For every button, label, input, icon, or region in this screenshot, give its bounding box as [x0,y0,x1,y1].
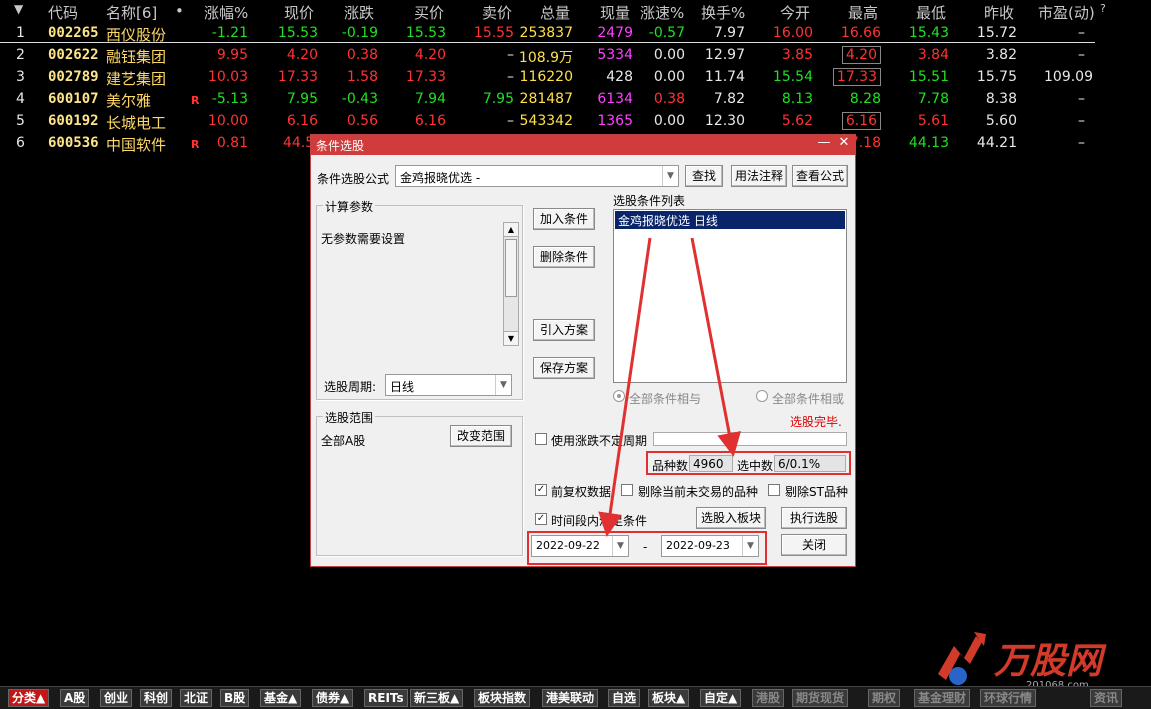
tab-category[interactable]: 分类▲ [8,689,50,707]
logo-text: 万股网 [994,641,1103,682]
tab-watchlist[interactable]: 自选 [608,689,641,707]
arrow-to-dates [598,237,652,537]
tab-funds[interactable]: 基金▲ [260,689,302,707]
tab-hk-us[interactable]: 港美联动 [542,689,599,707]
tab-wealth[interactable]: 基金理财 [914,689,971,707]
tab-futures[interactable]: 期货现货 [792,689,849,707]
tab-reits[interactable]: REITs [364,689,408,707]
watermark-logo: 万股网 201068.com [930,628,1130,691]
tab-options[interactable]: 期权 [868,689,901,707]
logo-arrow-icon [938,632,986,685]
tab-bonds[interactable]: 债券▲ [312,689,354,707]
tab-b-shares[interactable]: B股 [220,689,250,707]
tab-star[interactable]: 科创 [140,689,173,707]
tab-hk-stocks[interactable]: 港股 [752,689,785,707]
tab-sectors[interactable]: 板块▲ [648,689,690,707]
tab-news[interactable]: 资讯 [1090,689,1123,707]
tab-neeq[interactable]: 新三板▲ [410,689,464,707]
category-tabbar: 分类▲ A股 创业 科创 北证 B股 基金▲ 债券▲ REITs 新三板▲ 板块… [0,686,1151,709]
tab-custom[interactable]: 自定▲ [700,689,742,707]
tab-bse[interactable]: 北证 [180,689,213,707]
annotation-arrows [598,237,741,537]
tab-chinext[interactable]: 创业 [100,689,133,707]
tab-a-shares[interactable]: A股 [60,689,90,707]
tab-global[interactable]: 环球行情 [980,689,1037,707]
arrow-to-count [690,237,741,457]
tab-sector-index[interactable]: 板块指数 [474,689,531,707]
